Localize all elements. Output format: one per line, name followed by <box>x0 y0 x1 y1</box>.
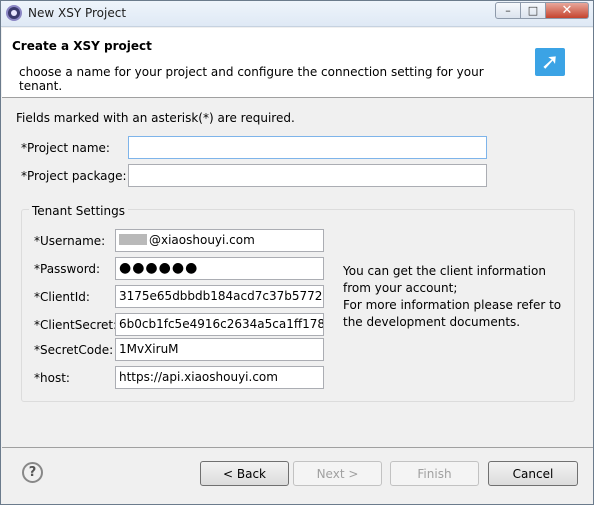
cancel-button[interactable]: Cancel <box>488 461 578 486</box>
info-text: You can get the client information from … <box>343 263 568 331</box>
maximize-button[interactable]: □ <box>521 2 546 19</box>
clientsecret-field[interactable]: 6b0cb1fc5e4916c2634a5ca1ff178a1 <box>115 313 324 336</box>
password-label: *Password: <box>34 262 101 276</box>
username-value: @xiaoshouyi.com <box>149 233 255 247</box>
clientsecret-label: *ClientSecret: <box>34 318 118 332</box>
window-title: New XSY Project <box>28 6 127 20</box>
minimize-icon: – <box>505 4 511 17</box>
info-text-line-2: For more information please refer to the… <box>343 298 562 329</box>
secretcode-label: *SecretCode: <box>34 343 114 357</box>
clientid-field[interactable]: 3175e65dbbdb184acd7c37b57721 <box>115 285 324 308</box>
next-button[interactable]: Next > <box>293 461 382 486</box>
secretcode-field[interactable]: 1MvXiruM <box>115 338 324 361</box>
finish-button[interactable]: Finish <box>390 461 479 486</box>
project-name-label: *Project name: <box>21 141 110 155</box>
host-field[interactable]: https://api.xiaoshouyi.com <box>115 366 324 389</box>
password-field[interactable]: ●●●●●● <box>115 257 324 280</box>
redacted-text <box>119 234 147 245</box>
dialog-window: New XSY Project – □ ✕ Create a XSY proje… <box>0 0 594 505</box>
host-label: *host: <box>34 371 70 385</box>
page-title: Create a XSY project <box>12 39 152 53</box>
project-package-field[interactable] <box>128 164 487 187</box>
project-name-field[interactable] <box>128 136 487 159</box>
minimize-button[interactable]: – <box>495 2 521 19</box>
arrow-up-right-icon: ➚ <box>535 48 565 76</box>
close-button[interactable]: ✕ <box>546 2 589 19</box>
window-controls: – □ ✕ <box>495 2 589 19</box>
tenant-settings-title: Tenant Settings <box>29 204 128 218</box>
maximize-icon: □ <box>527 4 539 17</box>
clientid-label: *ClientId: <box>34 290 90 304</box>
project-package-label: *Project package: <box>21 169 127 183</box>
required-note: Fields marked with an asterisk(*) are re… <box>16 111 295 125</box>
username-field[interactable]: @xiaoshouyi.com <box>115 229 324 252</box>
app-icon <box>6 5 22 21</box>
wizard-banner: Create a XSY project choose a name for y… <box>2 28 593 98</box>
close-icon: ✕ <box>561 3 573 18</box>
info-text-line-1: You can get the client information from … <box>343 264 546 295</box>
username-label: *Username: <box>34 234 106 248</box>
back-button[interactable]: < Back <box>200 461 289 486</box>
page-description: choose a name for your project and confi… <box>19 65 484 93</box>
title-bar: New XSY Project – □ ✕ <box>1 1 593 27</box>
help-icon[interactable]: ? <box>22 462 43 483</box>
footer-separator <box>2 447 593 448</box>
